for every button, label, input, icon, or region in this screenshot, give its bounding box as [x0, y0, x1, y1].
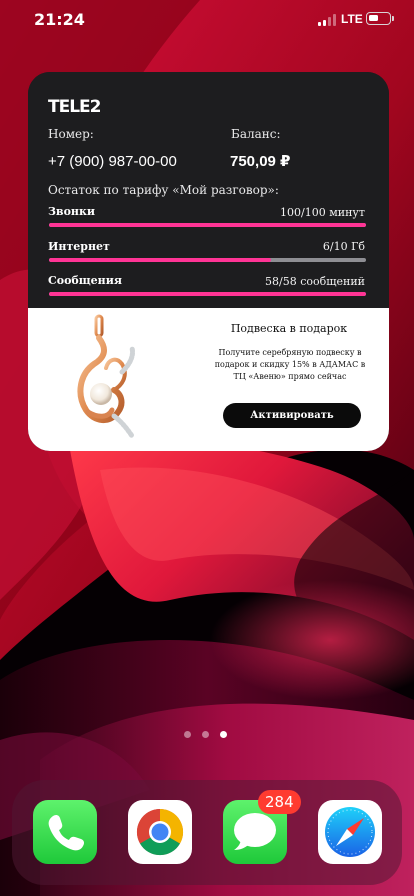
signal-bar [328, 17, 331, 26]
usage-internet-value: 6/10 Гб [322, 240, 365, 253]
signal-bar [323, 20, 326, 26]
status-bar: 21:24 LTE [0, 0, 414, 44]
phone-app[interactable] [33, 800, 97, 864]
tariff-label: Остаток по тарифу «Мой разговор»: [48, 183, 279, 197]
page-indicator[interactable] [184, 731, 232, 739]
pendant-icon [77, 314, 135, 439]
usage-messages-name: Сообщения [48, 274, 123, 287]
chrome-app[interactable] [128, 800, 192, 864]
battery-icon [366, 12, 391, 25]
signal-bar [333, 14, 336, 26]
activate-button[interactable]: Активировать [223, 403, 361, 428]
usage-calls-bar [49, 223, 366, 227]
chrome-icon [128, 800, 192, 864]
tele2-logo-text: TELE2 [48, 97, 101, 116]
account-panel: TELE2 Номер: +7 (900) 987-00-00 Баланс: … [28, 72, 389, 308]
safari-app[interactable] [318, 800, 382, 864]
status-time: 21:24 [34, 10, 85, 29]
page-dot[interactable] [184, 731, 191, 738]
promo-panel[interactable]: Подвеска в подарок Получите серебряную п… [28, 308, 389, 451]
number-label: Номер: [48, 127, 94, 141]
signal-bar [318, 22, 321, 26]
cellular-signal-icon [318, 14, 336, 26]
phone-number: +7 (900) 987-00-00 [48, 153, 177, 170]
usage-fill [49, 292, 366, 296]
battery-tip [392, 16, 394, 21]
balance-value: 750,09 ₽ [230, 153, 291, 170]
balance-label: Баланс: [231, 127, 281, 141]
promo-text: Получите серебряную подвеску в подарок и… [214, 348, 366, 381]
page-dot[interactable] [202, 731, 209, 738]
promo-title: Подвеска в подарок [230, 322, 348, 335]
safari-icon [318, 800, 382, 864]
usage-fill [49, 223, 366, 227]
phone-icon [33, 800, 97, 864]
usage-internet-bar [49, 258, 366, 262]
usage-calls-name: Звонки [48, 205, 96, 218]
usage-calls-value: 100/100 минут [280, 206, 365, 219]
tele2-logo: TELE2 [48, 97, 102, 116]
usage-messages-value: 58/58 сообщений [265, 275, 365, 288]
usage-internet-name: Интернет [48, 240, 110, 253]
tele2-widget[interactable]: TELE2 Номер: +7 (900) 987-00-00 Баланс: … [28, 72, 389, 451]
usage-messages-bar [49, 292, 366, 296]
usage-fill [49, 258, 271, 262]
messages-badge: 284 [258, 790, 301, 814]
network-type: LTE [341, 12, 363, 26]
page-dot[interactable] [220, 731, 227, 738]
